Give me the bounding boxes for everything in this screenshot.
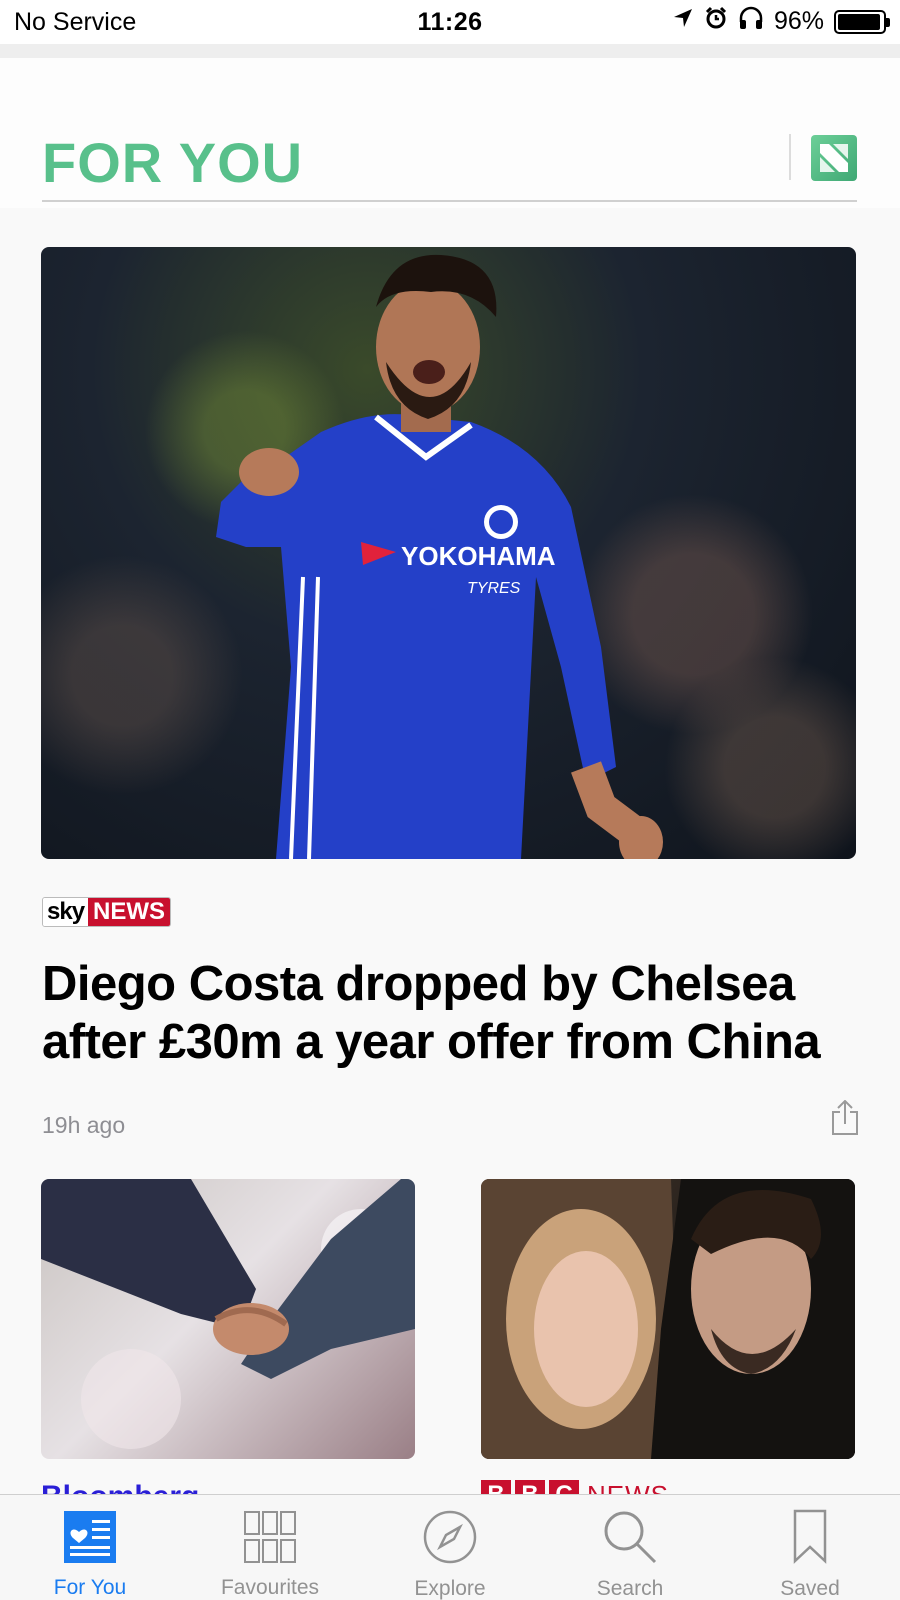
tab-saved[interactable]: Saved (720, 1495, 900, 1600)
apple-news-icon[interactable] (811, 135, 857, 181)
sponsor-text: YOKOHAMA (401, 541, 556, 571)
battery-fill (838, 13, 881, 30)
tab-label: Favourites (220, 1576, 320, 1599)
card-source-bloomberg[interactable]: Bloomberg (41, 1480, 199, 1494)
search-icon (602, 1509, 658, 1565)
article-timestamp: 19h ago (42, 1112, 126, 1138)
battery-icon (834, 9, 890, 34)
screen: No Service 11:26 96% FOR YOU YOKOHAMA TY… (0, 0, 900, 1600)
battery-percent: 96% (773, 7, 824, 35)
location-icon (672, 7, 694, 36)
headphones-icon (738, 6, 764, 37)
header-rule (42, 200, 857, 202)
header-separator (789, 134, 791, 180)
favourites-icon (242, 1509, 298, 1564)
bbc-letter: B (481, 1480, 511, 1494)
player-illustration: YOKOHAMA TYRES (216, 254, 663, 859)
tab-label: Saved (780, 1577, 840, 1600)
status-bar: No Service 11:26 96% (0, 0, 900, 44)
card-source-bbc-news[interactable]: B B C NEWS (481, 1480, 669, 1494)
compass-icon (422, 1509, 478, 1565)
tab-label: Explore (414, 1577, 486, 1600)
bookmark-icon (782, 1509, 838, 1565)
source-logo-news: NEWS (88, 898, 171, 926)
for-you-icon (62, 1509, 118, 1564)
couple-image[interactable] (481, 1179, 855, 1459)
page-title: FOR YOU (42, 131, 304, 194)
tab-label: For You (53, 1576, 127, 1599)
tab-bar: For You Favourites Explore Search Saved (0, 1494, 900, 1600)
share-icon[interactable] (830, 1099, 860, 1136)
status-icons: 96% (672, 6, 890, 37)
article-headline[interactable]: Diego Costa dropped by Chelsea after £30… (42, 955, 862, 1071)
tab-for-you[interactable]: For You (0, 1495, 180, 1600)
source-logo-sky: sky (43, 898, 89, 926)
handshake-image[interactable] (41, 1179, 415, 1459)
tab-explore[interactable]: Explore (360, 1495, 540, 1600)
status-divider (0, 44, 900, 58)
sponsor-subtext: TYRES (467, 580, 521, 597)
hero-image[interactable]: YOKOHAMA TYRES (41, 247, 856, 859)
tab-label: Search (596, 1577, 664, 1600)
bbc-news-label: NEWS (587, 1480, 669, 1494)
tab-search[interactable]: Search (540, 1495, 720, 1600)
alarm-icon (704, 6, 728, 37)
bbc-letter: B (515, 1480, 545, 1494)
bbc-letter: C (549, 1480, 579, 1494)
source-logo-sky-news[interactable]: sky NEWS (42, 897, 172, 927)
tab-favourites[interactable]: Favourites (180, 1495, 360, 1600)
